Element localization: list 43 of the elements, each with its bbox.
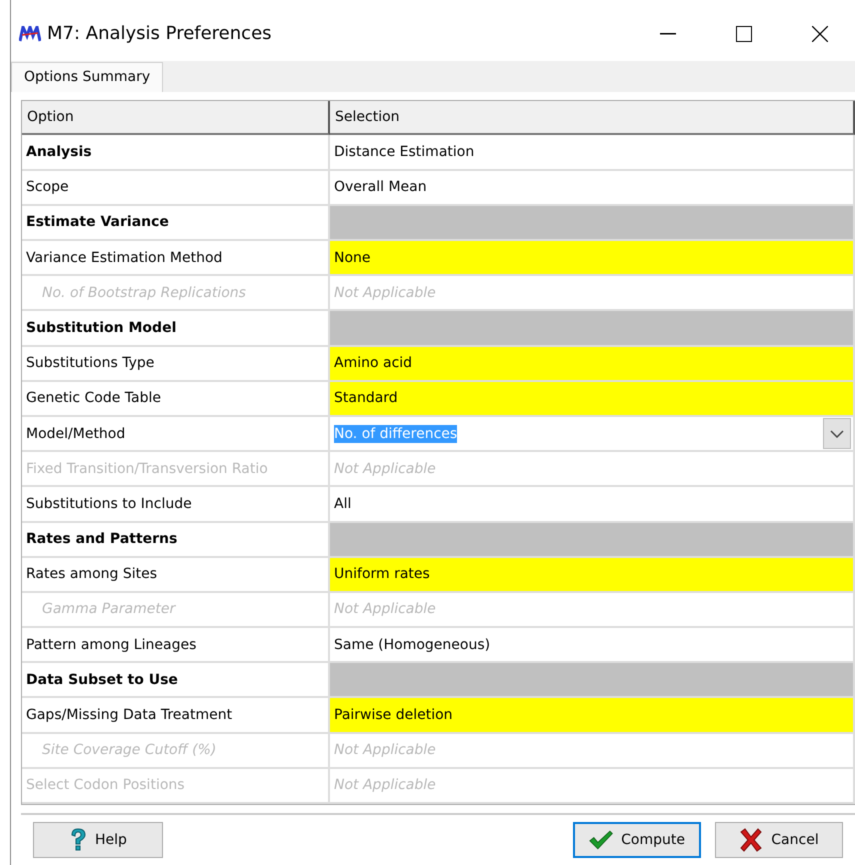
selected-text: No. of differences bbox=[334, 424, 458, 443]
option-label: Substitutions Type bbox=[22, 346, 330, 382]
question-mark-icon bbox=[69, 828, 88, 852]
maximize-icon bbox=[736, 26, 752, 42]
selection-cell[interactable]: Uniform rates bbox=[330, 558, 855, 593]
selection-cell[interactable]: None bbox=[330, 241, 855, 276]
checkmark-icon bbox=[589, 828, 614, 852]
selection-cell[interactable]: Amino acid bbox=[330, 346, 855, 382]
tab[interactable]: Options Summary bbox=[11, 62, 164, 92]
option-label: Site Coverage Cutoff (%) bbox=[22, 734, 330, 769]
option-label: Select Codon Positions bbox=[22, 768, 330, 804]
option-label: Genetic Code Table bbox=[22, 382, 330, 417]
selection-cell[interactable]: Overall Mean bbox=[330, 170, 855, 206]
help-button[interactable]: Help bbox=[33, 822, 163, 858]
column-header[interactable]: Selection bbox=[330, 101, 855, 136]
chevron-down-icon[interactable] bbox=[823, 418, 851, 450]
option-label: Gaps/Missing Data Treatment bbox=[22, 698, 330, 734]
section-label: Rates and Patterns bbox=[22, 522, 330, 558]
option-label: No. of Bootstrap Replications bbox=[22, 276, 330, 312]
option-label: Substitutions to Include bbox=[22, 487, 330, 522]
section-label: Substitution Model bbox=[22, 311, 330, 347]
close-icon bbox=[812, 26, 828, 42]
option-label: Pattern among Lineages bbox=[22, 628, 330, 664]
selection-cell[interactable]: All bbox=[330, 487, 855, 522]
app-logo-icon bbox=[19, 26, 41, 42]
section-label: Estimate Variance bbox=[22, 206, 330, 241]
option-label: Fixed Transition/Transversion Ratio bbox=[22, 452, 330, 488]
column-header[interactable]: Option bbox=[22, 101, 330, 136]
minimize-icon bbox=[660, 32, 676, 34]
section-label: Data Subset to Use bbox=[22, 663, 330, 698]
x-mark-icon bbox=[739, 828, 764, 852]
option-label: Model/Method bbox=[22, 416, 330, 452]
option-label: Gamma Parameter bbox=[22, 592, 330, 628]
option-label: Rates among Sites bbox=[22, 558, 330, 593]
option-label: Scope bbox=[22, 170, 330, 206]
compute-button[interactable]: Compute bbox=[573, 822, 701, 858]
window-title: M7: Analysis Preferences bbox=[47, 23, 273, 44]
section-label: Analysis bbox=[22, 135, 330, 171]
selection-cell[interactable]: Pairwise deletion bbox=[330, 698, 855, 734]
selection-cell[interactable]: Same (Homogeneous) bbox=[330, 628, 855, 664]
cancel-button[interactable]: Cancel bbox=[715, 822, 843, 858]
selection-cell[interactable]: Standard bbox=[330, 382, 855, 417]
option-label: Variance Estimation Method bbox=[22, 241, 330, 276]
